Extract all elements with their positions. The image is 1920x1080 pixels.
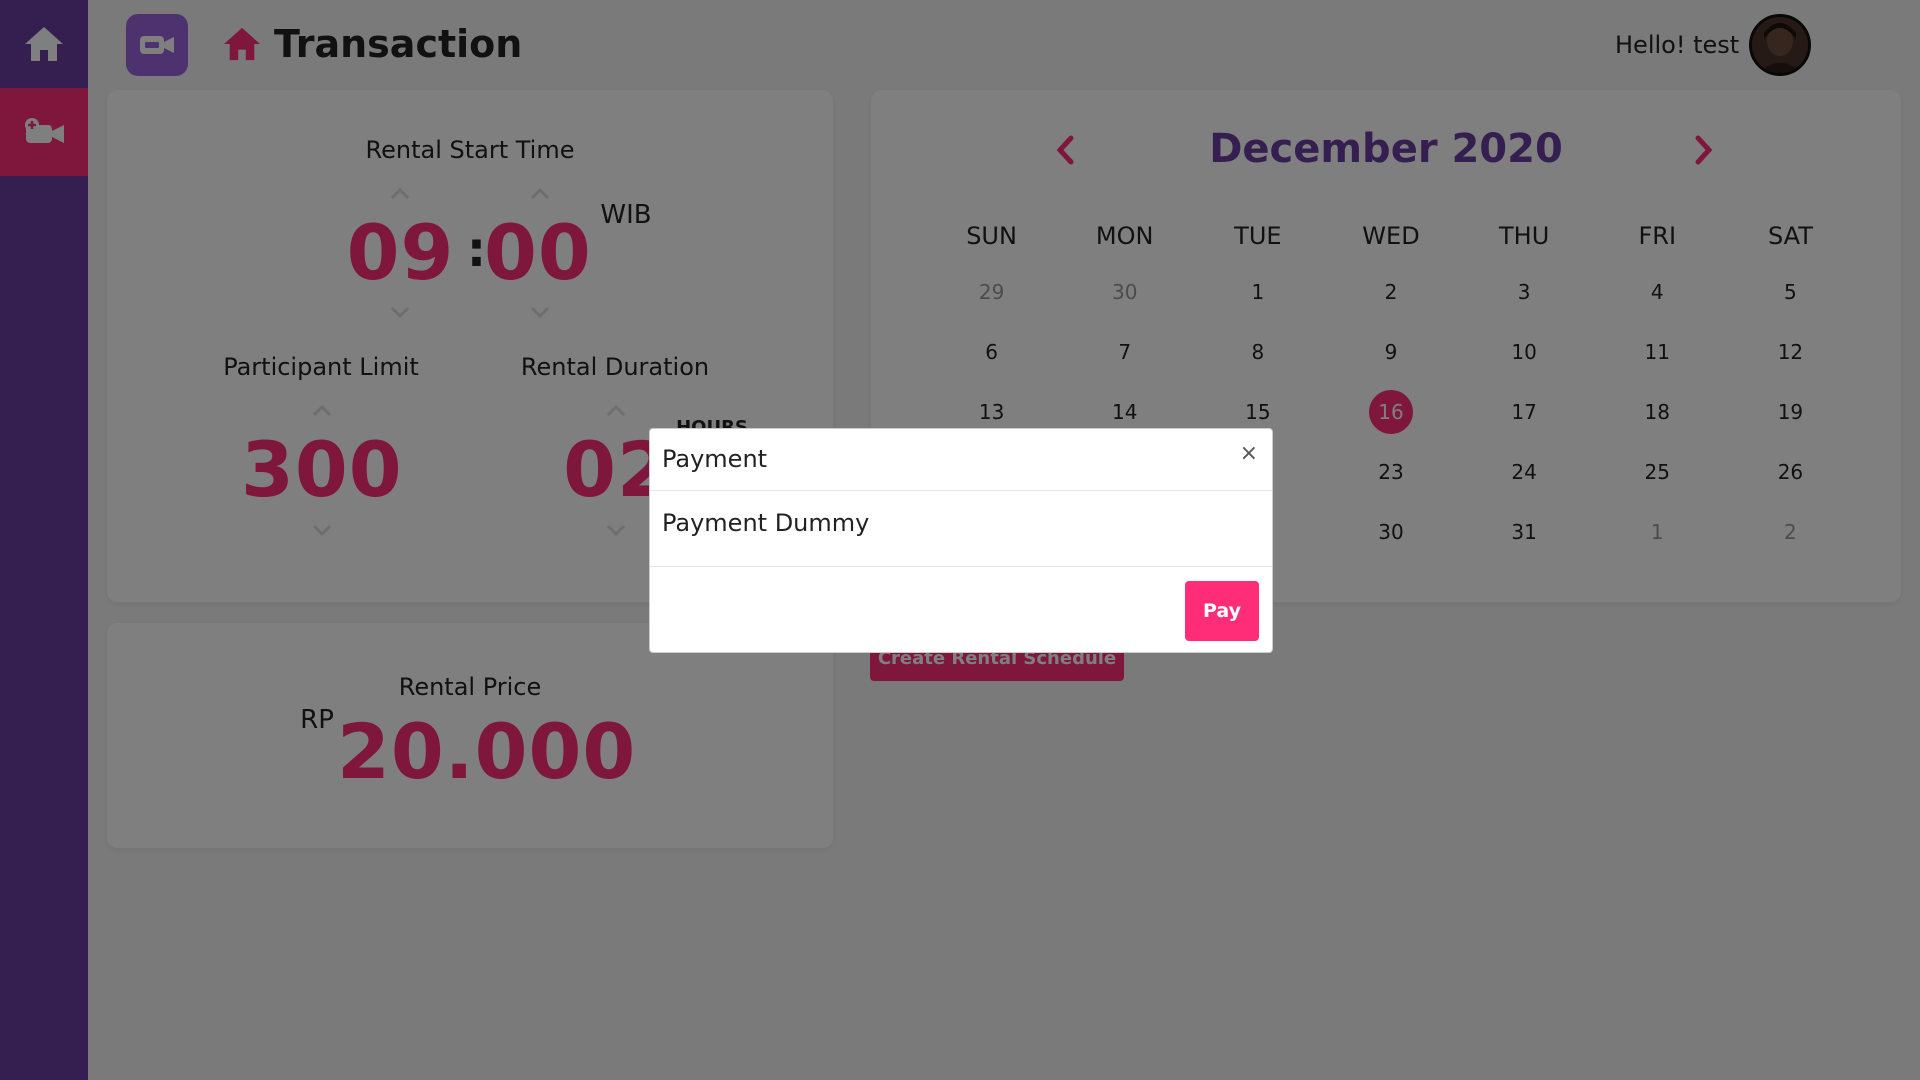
payment-modal: Payment × Payment Dummy Pay [649,428,1273,653]
close-icon[interactable]: × [1240,441,1258,466]
modal-body: Payment Dummy [650,491,1272,567]
modal-body-text: Payment Dummy [662,509,870,537]
modal-title: Payment [662,445,768,473]
modal-header: Payment × [650,429,1272,491]
pay-button[interactable]: Pay [1185,581,1259,641]
